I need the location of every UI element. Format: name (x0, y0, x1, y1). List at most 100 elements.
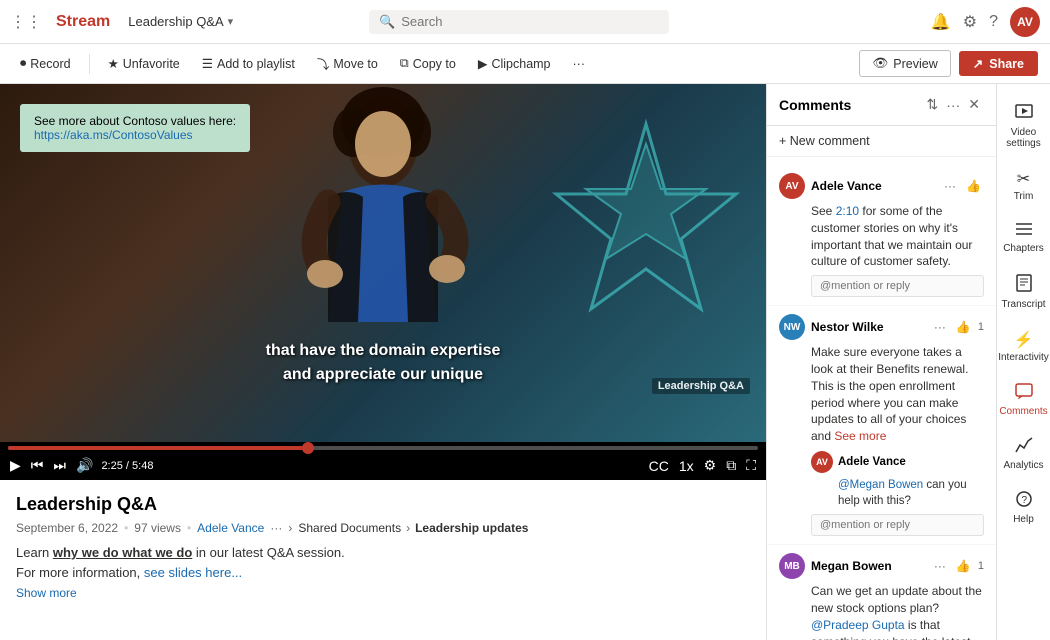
slides-link[interactable]: see slides here... (144, 565, 242, 580)
notifications-icon[interactable]: 🔔 (931, 12, 951, 32)
comment-actions: ··· 👍 1 (931, 319, 984, 335)
share-icon: ↗ (973, 56, 983, 71)
progress-bar[interactable] (8, 446, 758, 450)
comments-list: AV Adele Vance ··· 👍 See 2:10 for some o… (767, 157, 996, 640)
comments-content: Comments ⇅ ··· ✕ + New comment AV Adele … (767, 84, 996, 640)
comment-more-button[interactable]: ··· (941, 178, 959, 194)
transcript-icon (1016, 274, 1032, 297)
speed-button[interactable]: 1x (677, 456, 696, 476)
video-meta: September 6, 2022 • 97 views • Adele Van… (16, 521, 750, 535)
comment-like-button[interactable]: 👍 (953, 558, 974, 574)
time-display: 2:25 / 5:48 (101, 460, 153, 472)
author-link[interactable]: Adele Vance (197, 521, 264, 535)
comments-toolbar: + New comment (767, 126, 996, 157)
comment-more-button[interactable]: ··· (931, 319, 949, 335)
chapters-label: Chapters (1003, 243, 1044, 254)
settings-icon[interactable]: ⚙ (963, 12, 977, 32)
new-comment-button[interactable]: + New comment (779, 132, 870, 150)
video-watermark: Leadership Q&A (652, 378, 750, 394)
sidebar-item-help[interactable]: ? Help (999, 483, 1049, 533)
analytics-icon (1015, 437, 1033, 458)
breadcrumb: Leadership Q&A ▾ (128, 14, 233, 29)
comment-body: @Megan Bowen can you help with this? (838, 477, 984, 509)
unfavorite-button[interactable]: ★ Unfavorite (100, 52, 188, 75)
volume-button[interactable]: 🔊 (74, 455, 95, 476)
reply-input[interactable] (811, 275, 984, 297)
more-options-button[interactable]: ··· (565, 53, 594, 75)
sidebar-item-video-settings[interactable]: Video settings (999, 94, 1049, 157)
share-button[interactable]: ↗ Share (959, 51, 1038, 76)
chapters-icon (1015, 222, 1033, 241)
comment-more-button[interactable]: ··· (931, 558, 949, 574)
video-settings-label: Video settings (1003, 127, 1045, 149)
settings-video-button[interactable]: ⚙ (702, 455, 719, 476)
reply-input[interactable] (811, 514, 984, 536)
timestamp-link[interactable]: 2:10 (836, 204, 859, 218)
forward-button[interactable]: ⏭ (51, 455, 68, 476)
breadcrumb-dropdown-icon[interactable]: ▾ (228, 15, 234, 28)
captions-button[interactable]: CC (647, 456, 671, 476)
add-to-playlist-button[interactable]: ☰ Add to playlist (194, 52, 303, 75)
move-to-button[interactable]: ⤵ Move to (309, 50, 386, 77)
clipchamp-button[interactable]: ▶ Clipchamp (470, 52, 559, 75)
see-more-link[interactable]: See more (834, 429, 886, 443)
comment-item: NW Nestor Wilke ··· 👍 1 Make sure everyo… (767, 306, 996, 545)
preview-button[interactable]: 👁 Preview (859, 50, 950, 77)
search-icon: 🔍 (379, 14, 395, 30)
top-nav: ⋮⋮ Stream Leadership Q&A ▾ 🔍 🔔 ⚙ ? AV (0, 0, 1050, 44)
video-frame[interactable]: See more about Contoso values here: http… (0, 84, 766, 442)
comments-header: Comments ⇅ ··· ✕ (767, 84, 996, 126)
show-more-link[interactable]: Show more (16, 586, 77, 600)
breadcrumb-leadership-updates[interactable]: Leadership updates (415, 521, 528, 535)
fullscreen-button[interactable]: ⛶ (744, 455, 758, 476)
comment-item: AV Adele Vance ··· 👍 See 2:10 for some o… (767, 165, 996, 306)
pip-button[interactable]: ⧉ (724, 455, 738, 476)
toolbar-separator (89, 54, 90, 74)
comment-item: MB Megan Bowen ··· 👍 1 Can we get an upd… (767, 545, 996, 640)
sidebar-item-comments[interactable]: Comments (999, 375, 1049, 425)
video-info: Leadership Q&A September 6, 2022 • 97 vi… (0, 480, 766, 640)
sidebar-item-transcript[interactable]: Transcript (999, 266, 1049, 318)
interactivity-label: Interactivity (998, 352, 1049, 363)
progress-fill (8, 446, 308, 450)
sidebar-item-trim[interactable]: ✂ Trim (999, 161, 1049, 210)
avatar: AV (811, 451, 833, 473)
breadcrumb-title[interactable]: Leadership Q&A (128, 14, 223, 29)
sidebar-item-analytics[interactable]: Analytics (999, 429, 1049, 479)
commenter-name: Nestor Wilke (811, 320, 925, 334)
copy-icon: ⧉ (400, 56, 409, 71)
caption-link[interactable]: https://aka.ms/ContosoValues (34, 128, 193, 142)
avatar: AV (779, 173, 805, 199)
comment-actions: ··· 👍 1 (931, 558, 984, 574)
video-settings-icon (1015, 102, 1033, 125)
rewind-button[interactable]: ⏮ (29, 455, 46, 476)
comment-header: AV Adele Vance (811, 451, 984, 473)
record-button[interactable]: ⏺ Record (12, 52, 79, 75)
sidebar-item-interactivity[interactable]: ⚡ Interactivity (999, 322, 1049, 371)
help-icon: ? (1016, 491, 1032, 512)
comment-body: Make sure everyone takes a look at their… (811, 344, 984, 445)
sidebar-item-chapters[interactable]: Chapters (999, 214, 1049, 262)
analytics-label: Analytics (1003, 460, 1043, 471)
breadcrumb-shared-docs[interactable]: Shared Documents (298, 521, 401, 535)
comment-body: See 2:10 for some of the customer storie… (811, 203, 984, 270)
commenter-name: Adele Vance (838, 456, 984, 468)
clipchamp-icon: ▶ (478, 56, 488, 71)
breadcrumb-path: Shared Documents › Leadership updates (298, 521, 528, 535)
play-button[interactable]: ▶ (8, 455, 23, 476)
search-input[interactable] (401, 14, 659, 29)
sort-comments-button[interactable]: ⇅ (923, 94, 943, 115)
comment-like-button[interactable]: 👍 (963, 178, 984, 194)
like-count: 1 (978, 560, 984, 572)
comments-title: Comments (779, 97, 923, 113)
transcript-label: Transcript (1001, 299, 1045, 310)
copy-to-button[interactable]: ⧉ Copy to (392, 52, 464, 75)
interactivity-icon: ⚡ (1014, 330, 1034, 350)
help-icon[interactable]: ? (989, 13, 998, 31)
comment-like-button[interactable]: 👍 (953, 319, 974, 335)
more-comments-button[interactable]: ··· (942, 95, 964, 115)
close-comments-button[interactable]: ✕ (964, 94, 984, 115)
avatar[interactable]: AV (1010, 7, 1040, 37)
main-content: See more about Contoso values here: http… (0, 84, 1050, 640)
waffle-icon[interactable]: ⋮⋮ (10, 12, 42, 32)
